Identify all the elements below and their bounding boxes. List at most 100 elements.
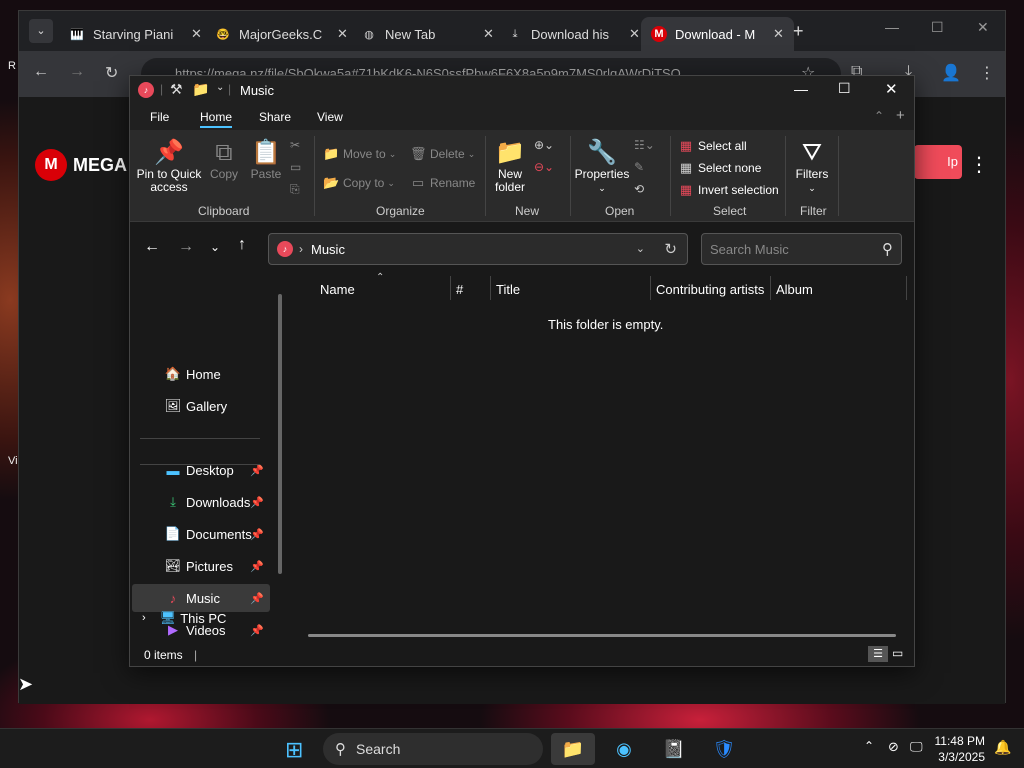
nav-pictures[interactable]: 🏞 Pictures 📌: [132, 552, 270, 580]
nav-gallery[interactable]: 🖼 Gallery: [132, 392, 270, 420]
desktop-icon-label-fragment[interactable]: Vi: [8, 455, 18, 467]
new-item-icon[interactable]: ⊕⌄: [534, 138, 554, 152]
tab-search-button[interactable]: ⌄: [29, 19, 53, 43]
column-divider[interactable]: [450, 276, 451, 300]
taskbar-security[interactable]: 🛡: [702, 733, 746, 765]
edit-icon[interactable]: ✎: [634, 160, 644, 174]
profile-icon[interactable]: 👤: [941, 63, 961, 83]
column-divider[interactable]: [770, 276, 771, 300]
new-folder-quick-icon[interactable]: 📁: [192, 81, 209, 98]
refresh-icon[interactable]: ↻: [664, 240, 677, 258]
taskbar-notepad[interactable]: 📓: [652, 733, 696, 765]
tab-majorgeeks[interactable]: 🤓 MajorGeeks.C ✕: [205, 17, 358, 51]
nav-documents[interactable]: 📄 Documents 📌: [132, 520, 270, 548]
large-icons-view-icon[interactable]: ▭: [892, 646, 903, 660]
nav-scrollbar[interactable]: [278, 294, 282, 574]
select-all-button[interactable]: ▦ Select all: [678, 138, 747, 154]
nav-downloads[interactable]: ⤓ Downloads 📌: [132, 488, 270, 516]
collapse-ribbon-icon[interactable]: ⌃: [874, 109, 884, 123]
menu-file[interactable]: File: [150, 110, 169, 124]
menu-home[interactable]: Home: [200, 110, 233, 128]
paste-button[interactable]: 📋 Paste: [248, 138, 284, 181]
reload-icon[interactable]: ↻: [105, 63, 118, 83]
close-icon[interactable]: ✕: [885, 80, 898, 98]
new-folder-button[interactable]: 📁 New folder: [488, 138, 532, 194]
forward-arrow-icon[interactable]: →: [178, 238, 194, 256]
taskbar-search[interactable]: ⚲ Search: [323, 733, 543, 765]
search-box[interactable]: Search Music ⚲: [701, 233, 902, 265]
recent-locations-icon[interactable]: ⌄: [210, 240, 220, 254]
minimize-icon[interactable]: —: [794, 81, 808, 97]
pin-icon[interactable]: 📌: [250, 464, 264, 477]
tab-new-tab[interactable]: ◍ New Tab ✕: [351, 17, 504, 51]
column-divider[interactable]: [490, 276, 491, 300]
mega-logo[interactable]: M MEGA: [35, 149, 127, 181]
search-icon[interactable]: ⚲: [882, 240, 893, 258]
menu-view[interactable]: View: [317, 110, 343, 124]
taskbar-chrome[interactable]: ◉: [602, 733, 646, 765]
pin-icon[interactable]: 📌: [250, 496, 264, 509]
desktop-icon-label-fragment[interactable]: R: [8, 60, 16, 72]
tab-download-mega[interactable]: M Download - M ✕: [641, 17, 794, 51]
new-tab-plus-icon[interactable]: +: [793, 21, 804, 42]
close-icon[interactable]: ✕: [483, 26, 494, 42]
close-icon[interactable]: ✕: [629, 26, 640, 42]
display-icon[interactable]: 🖵: [910, 739, 923, 755]
copy-to-button[interactable]: 📂 Copy to ⌄: [323, 175, 395, 191]
start-windows-icon[interactable]: ⊞: [285, 737, 303, 763]
minimize-icon[interactable]: —: [885, 19, 899, 35]
paste-shortcut-icon[interactable]: ⎘: [290, 182, 300, 197]
up-arrow-icon[interactable]: ↑: [238, 236, 246, 254]
notification-bell-icon[interactable]: 🔔: [994, 739, 1011, 756]
close-icon[interactable]: ✕: [773, 26, 784, 42]
pin-icon[interactable]: 📌: [250, 560, 264, 573]
address-bar[interactable]: ♪ › Music ⌄ ↻: [268, 233, 688, 265]
breadcrumb-music[interactable]: Music: [311, 242, 345, 257]
cut-icon[interactable]: ✂: [290, 138, 300, 152]
nav-this-pc[interactable]: › 🖥 This PC: [132, 604, 270, 632]
column-header-contributing-artists[interactable]: Contributing artists: [656, 282, 764, 297]
close-icon[interactable]: ✕: [191, 26, 202, 42]
back-arrow-icon[interactable]: ←: [144, 238, 160, 256]
tray-overflow-chevron-icon[interactable]: ⌃: [864, 739, 874, 753]
chrome-menu-icon[interactable]: ⋮: [979, 63, 995, 83]
invert-selection-button[interactable]: ▦ Invert selection: [678, 182, 779, 198]
column-header-number[interactable]: #: [456, 282, 463, 297]
close-icon[interactable]: ✕: [977, 19, 989, 36]
address-history-chevron-icon[interactable]: ⌄: [636, 242, 645, 255]
customize-quick-access-icon[interactable]: ⌄: [216, 82, 224, 93]
copy-button[interactable]: ⧉ Copy: [206, 138, 242, 181]
easy-access-icon[interactable]: ⊖⌄: [534, 160, 554, 174]
delete-button[interactable]: 🗑 Delete ⌄: [410, 146, 475, 162]
properties-button[interactable]: 🔧 Properties ⌄: [574, 138, 630, 195]
maximize-icon[interactable]: ☐: [931, 19, 944, 36]
column-header-title[interactable]: Title: [496, 282, 520, 297]
expand-chevron-icon[interactable]: ›: [142, 612, 146, 624]
rename-button[interactable]: ▭ Rename: [410, 175, 476, 191]
pin-to-quick-access-button[interactable]: 📌 Pin to Quick access: [136, 138, 202, 194]
tab-download-history[interactable]: ⤓ Download his ✕: [497, 17, 650, 51]
properties-quick-icon[interactable]: ⚒: [170, 81, 183, 98]
column-header-name[interactable]: Name: [320, 282, 355, 297]
select-none-button[interactable]: ▦ Select none: [678, 160, 762, 176]
forward-arrow-icon[interactable]: →: [69, 63, 85, 81]
mega-signup-button[interactable]: Ip: [914, 145, 962, 179]
column-divider[interactable]: [906, 276, 907, 300]
network-icon[interactable]: ⊘: [888, 739, 899, 755]
column-header-album[interactable]: Album: [776, 282, 813, 297]
copy-path-icon[interactable]: ▭: [290, 160, 301, 174]
pin-icon[interactable]: 📌: [250, 592, 264, 605]
maximize-icon[interactable]: ☐: [838, 80, 851, 97]
pin-icon[interactable]: 📌: [250, 528, 264, 541]
move-to-button[interactable]: 📁 Move to ⌄: [323, 146, 396, 162]
column-divider[interactable]: [650, 276, 651, 300]
nav-desktop[interactable]: ▬ Desktop 📌: [132, 456, 270, 484]
filters-button[interactable]: ⛛ Filters ⌄: [790, 138, 834, 195]
details-view-icon[interactable]: ☰: [868, 646, 888, 662]
back-arrow-icon[interactable]: ←: [33, 63, 49, 81]
taskbar-file-explorer[interactable]: 📁: [551, 733, 595, 765]
horizontal-scrollbar[interactable]: [308, 634, 896, 637]
open-icon[interactable]: ☷⌄: [634, 138, 655, 152]
close-icon[interactable]: ✕: [337, 26, 348, 42]
menu-share[interactable]: Share: [259, 110, 291, 124]
